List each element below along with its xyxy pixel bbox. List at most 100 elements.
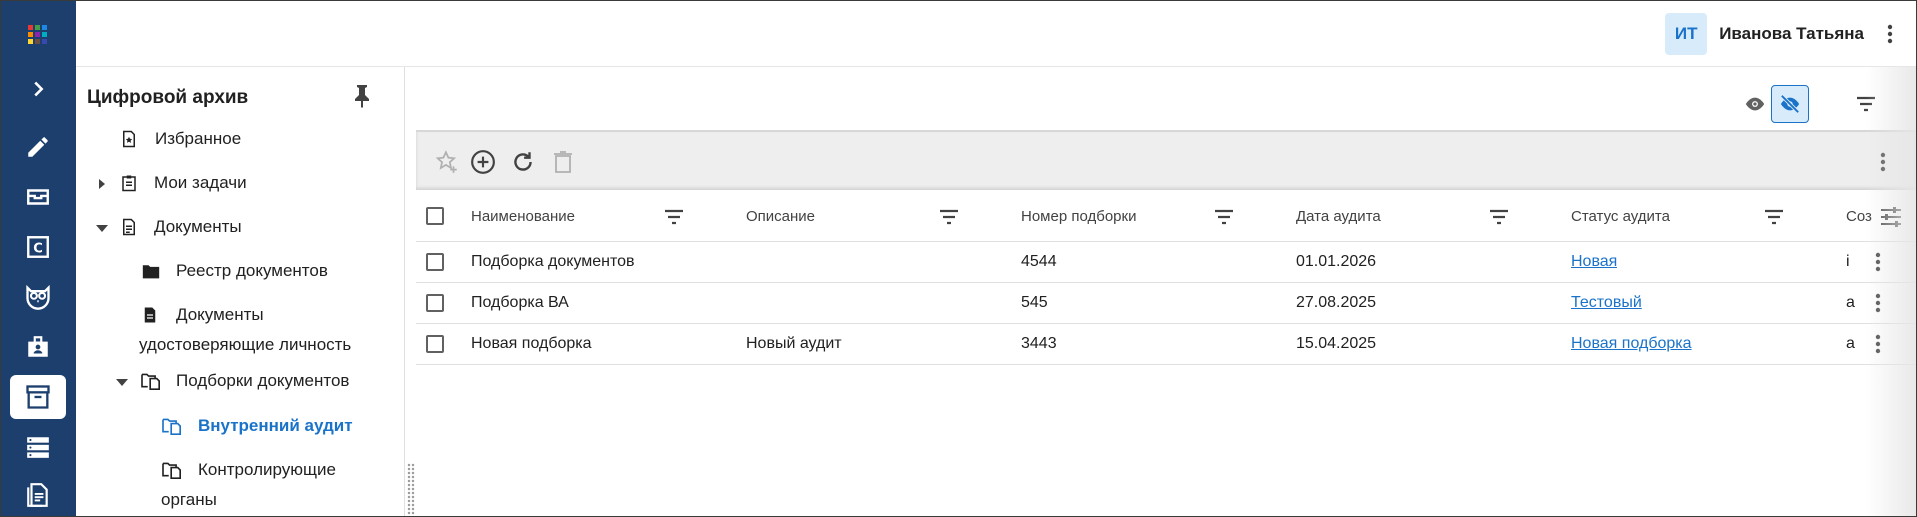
- table-row[interactable]: Подборка документов 4544 01.01.2026 Нова…: [416, 242, 1916, 283]
- filter-icon[interactable]: [1763, 206, 1785, 228]
- select-all-checkbox[interactable]: [426, 207, 444, 225]
- table-header-row: Наименование Описание Номер подборки Дат…: [416, 192, 1916, 242]
- column-settings-icon[interactable]: [1878, 204, 1904, 230]
- tree-item-id-documents[interactable]: Документы: [144, 300, 264, 330]
- chevron-right-icon[interactable]: [10, 67, 66, 111]
- row-more-icon[interactable]: [1864, 328, 1892, 360]
- cell-name: Подборка ВА: [471, 294, 569, 311]
- user-more-icon[interactable]: [1876, 18, 1904, 50]
- toolbar-more-icon[interactable]: [1867, 146, 1899, 178]
- apps-grid-icon[interactable]: [10, 13, 66, 57]
- filter-icon[interactable]: [1213, 206, 1235, 228]
- eye-off-icon[interactable]: [1771, 85, 1809, 123]
- table-row[interactable]: Подборка ВА 545 27.08.2025 Тестовый a: [416, 283, 1916, 324]
- folder-icon: [142, 265, 160, 279]
- tree-item-supervisory[interactable]: Контролирующие: [162, 455, 336, 485]
- col-header-number[interactable]: Номер подборки: [1021, 192, 1136, 241]
- panel-splitter[interactable]: [404, 67, 416, 516]
- col-header-description[interactable]: Описание: [746, 192, 815, 241]
- c-box-icon[interactable]: C: [10, 225, 66, 269]
- eye-icon[interactable]: [1736, 85, 1774, 123]
- tree-item-label: Контролирующие: [198, 460, 336, 479]
- table-row[interactable]: Новая подборка Новый аудит 3443 15.04.20…: [416, 324, 1916, 365]
- filter-icon[interactable]: [938, 206, 960, 228]
- add-circle-icon[interactable]: [467, 146, 499, 178]
- tree-item-registry[interactable]: Реестр документов: [142, 256, 328, 286]
- caret-right-icon[interactable]: [97, 179, 107, 189]
- tree-item-label: Подборки документов: [176, 371, 350, 390]
- tree-item-label: органы: [161, 490, 217, 509]
- tree-item-label: Документы: [154, 217, 242, 236]
- tree-item-supervisory-line2[interactable]: органы: [161, 485, 217, 515]
- col-header-audit-date[interactable]: Дата аудита: [1296, 192, 1381, 241]
- cell-name: Новая подборка: [471, 335, 592, 352]
- folder-copy-icon: [162, 462, 181, 479]
- user-menu[interactable]: ИТ Иванова Татьяна: [1665, 13, 1904, 55]
- tree-item-id-documents-line2[interactable]: удостоверяющие личность: [139, 330, 351, 360]
- cell-number: 3443: [1021, 335, 1057, 352]
- tree-item-collections[interactable]: Подборки документов: [116, 366, 350, 396]
- cell-audit-status-link[interactable]: Новая подборка: [1571, 324, 1692, 364]
- tree-item-internal-audit[interactable]: Внутренний аудит: [162, 411, 353, 441]
- nav-rail: C: [1, 1, 76, 516]
- row-checkbox[interactable]: [426, 294, 444, 312]
- resize-grip[interactable]: [407, 463, 415, 515]
- pencil-icon[interactable]: [10, 125, 66, 169]
- cell-audit-date: 27.08.2025: [1296, 294, 1377, 311]
- archive-box-icon[interactable]: [10, 375, 66, 419]
- table-toolbar: [416, 130, 1916, 190]
- pin-icon[interactable]: [348, 82, 376, 110]
- clipboard-icon: [122, 175, 136, 192]
- filter-icon[interactable]: [1847, 85, 1885, 123]
- cell-number: 545: [1021, 294, 1048, 311]
- col-header-audit-status[interactable]: Статус аудита: [1571, 192, 1670, 241]
- cell-audit-date: 01.01.2026: [1296, 253, 1377, 270]
- row-more-icon[interactable]: [1864, 246, 1892, 278]
- tree-item-label: удостоверяющие личность: [139, 335, 352, 354]
- tree-item-label: Реестр документов: [176, 261, 328, 280]
- cell-audit-status-link[interactable]: Новая: [1571, 242, 1617, 282]
- folder-copy-icon: [141, 373, 160, 390]
- filter-icon[interactable]: [663, 206, 685, 228]
- cell-created: i: [1846, 253, 1850, 270]
- tree-item-documents[interactable]: Документы: [96, 212, 242, 242]
- server-icon[interactable]: [10, 425, 66, 469]
- caret-down-icon[interactable]: [116, 377, 128, 387]
- archive-tree: Цифровой архив Избранное Мои задачи Доку…: [76, 67, 406, 516]
- app-header: ИТ Иванова Татьяна: [76, 1, 1916, 67]
- caret-down-icon[interactable]: [96, 223, 108, 233]
- tree-item-my-tasks[interactable]: Мои задачи: [99, 168, 247, 198]
- refresh-icon[interactable]: [507, 146, 539, 178]
- cell-created: a: [1846, 335, 1855, 352]
- tree-title: Цифровой архив: [87, 87, 249, 108]
- row-checkbox[interactable]: [426, 335, 444, 353]
- row-more-icon[interactable]: [1864, 287, 1892, 319]
- document-list-icon[interactable]: [10, 473, 66, 516]
- cell-number: 4544: [1021, 253, 1057, 270]
- cell-description: Новый аудит: [746, 335, 842, 352]
- view-topbar: [416, 67, 1916, 130]
- tree-item-label: Мои задачи: [154, 173, 247, 192]
- star-document-icon: [123, 130, 135, 148]
- cell-audit-status-link[interactable]: Тестовый: [1571, 283, 1642, 323]
- user-name: Иванова Татьяна: [1719, 24, 1864, 43]
- document-icon: [123, 218, 135, 236]
- avatar[interactable]: ИТ: [1665, 13, 1708, 55]
- tree-item-label: Документы: [176, 305, 264, 324]
- col-header-name[interactable]: Наименование: [471, 192, 575, 241]
- file-text-icon: [144, 307, 156, 323]
- cell-audit-date: 15.04.2025: [1296, 335, 1377, 352]
- svg-text:C: C: [33, 241, 43, 256]
- badge-icon[interactable]: [10, 325, 66, 369]
- cell-created: a: [1846, 294, 1855, 311]
- row-checkbox[interactable]: [426, 253, 444, 271]
- delete-icon[interactable]: [547, 146, 579, 178]
- inbox-tray-icon[interactable]: [10, 175, 66, 219]
- filter-icon[interactable]: [1488, 206, 1510, 228]
- owl-icon[interactable]: [10, 275, 66, 319]
- star-add-icon[interactable]: [431, 146, 463, 178]
- app-window: C ИТ Иванова Татьяна Цифровой архив Избр…: [0, 0, 1917, 517]
- tree-item-favorites[interactable]: Избранное: [123, 124, 242, 154]
- tree-item-label: Избранное: [155, 129, 242, 148]
- col-header-created[interactable]: Соз: [1846, 192, 1876, 241]
